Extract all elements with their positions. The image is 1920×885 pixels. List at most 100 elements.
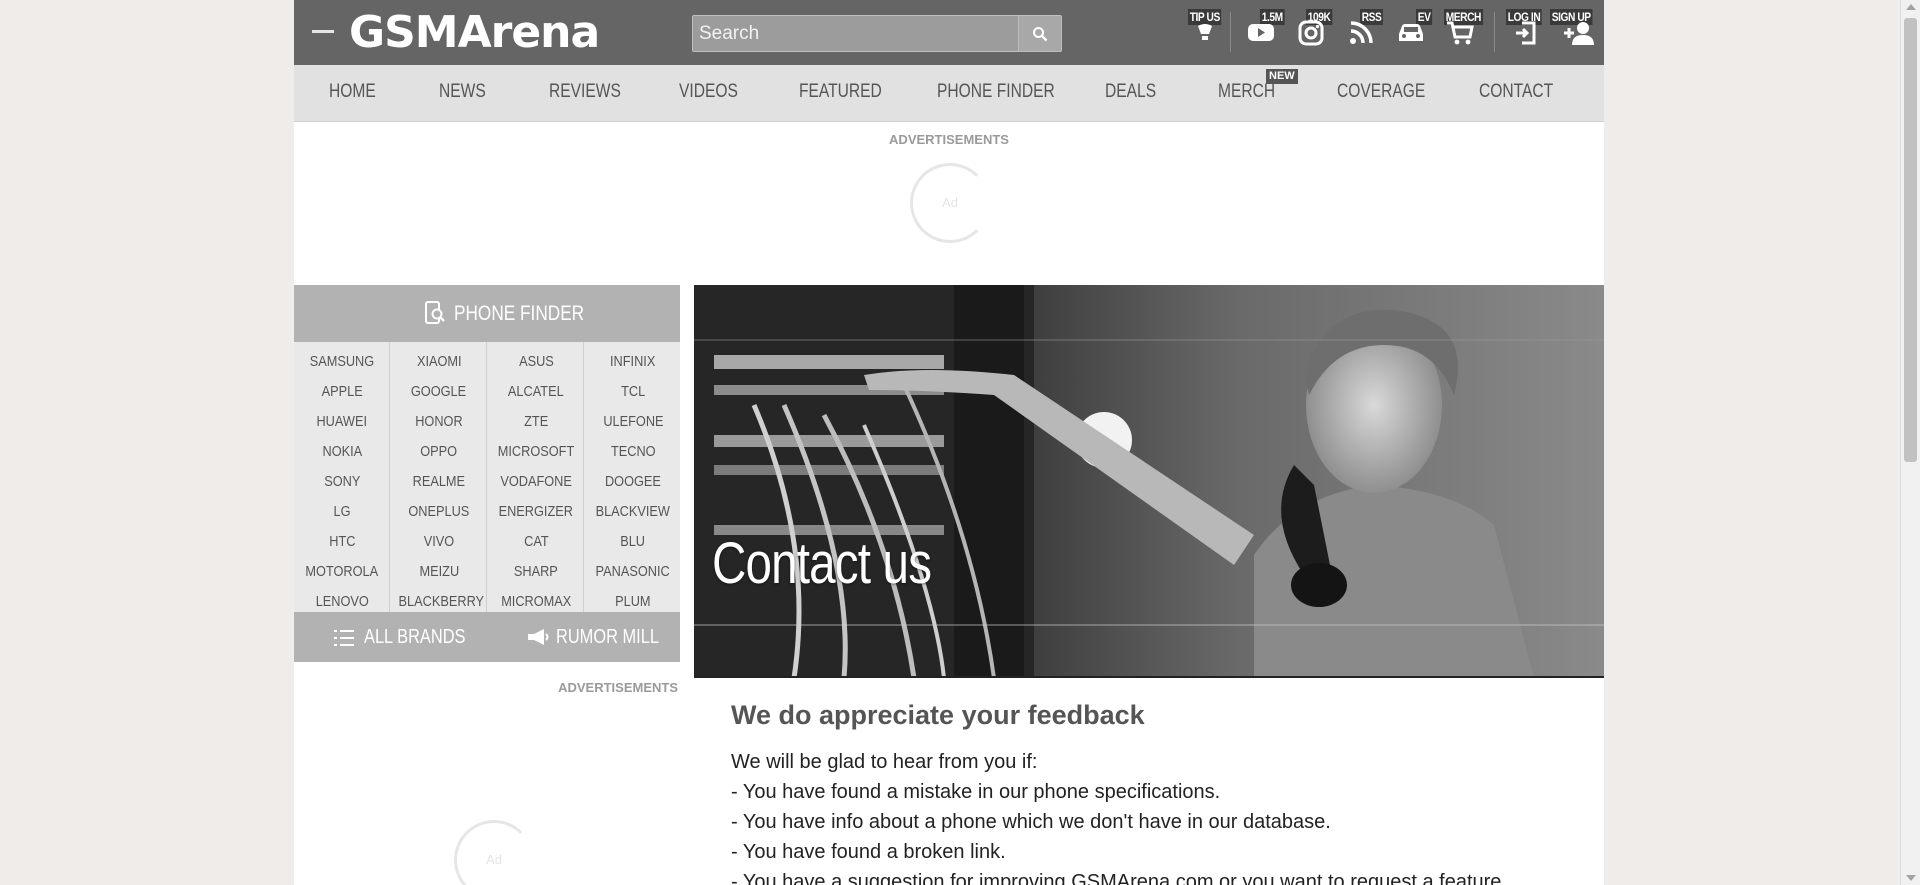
- brand-link[interactable]: HONOR: [391, 413, 487, 430]
- feedback-line: We will be glad to hear from you if:: [731, 751, 1038, 773]
- add-user-icon: [1564, 22, 1594, 45]
- all-brands-link[interactable]: ALL BRANDS: [364, 612, 465, 662]
- brand-link[interactable]: HUAWEI: [294, 413, 390, 430]
- brand-link[interactable]: XIAOMI: [391, 353, 487, 370]
- brand-link[interactable]: APPLE: [294, 383, 390, 400]
- lightbulb-icon: [1198, 24, 1212, 40]
- brand-link[interactable]: HTC: [294, 533, 390, 550]
- brand-link[interactable]: TECNO: [585, 443, 681, 460]
- brand-link[interactable]: ASUS: [488, 353, 584, 370]
- rss-link[interactable]: RSS: [1340, 0, 1384, 65]
- brand-link[interactable]: BLACKBERRY: [391, 593, 487, 610]
- ad-label-top: ADVERTISEMENTS: [889, 132, 1009, 147]
- brand-link[interactable]: SAMSUNG: [294, 353, 390, 370]
- brand-link[interactable]: REALME: [391, 473, 487, 490]
- brand-link[interactable]: GOOGLE: [391, 383, 487, 400]
- search-icon: [1033, 26, 1048, 41]
- new-badge: NEW: [1266, 69, 1298, 84]
- brand-link[interactable]: TCL: [585, 383, 681, 400]
- nav-coverage[interactable]: COVERAGE: [1337, 65, 1425, 122]
- brand-link[interactable]: VODAFONE: [488, 473, 584, 490]
- brand-link[interactable]: OPPO: [391, 443, 487, 460]
- search-button[interactable]: [1018, 16, 1061, 51]
- menu-toggle-icon[interactable]: [312, 30, 334, 33]
- tip-us-link[interactable]: TIP US: [1186, 0, 1226, 65]
- brand-column: XIAOMI GOOGLE HONOR OPPO REALME ONEPLUS …: [391, 342, 487, 612]
- brand-column: SAMSUNG APPLE HUAWEI NOKIA SONY LG HTC M…: [294, 342, 390, 612]
- brand-link[interactable]: ULEFONE: [585, 413, 681, 430]
- brand-list: SAMSUNG APPLE HUAWEI NOKIA SONY LG HTC M…: [294, 342, 680, 612]
- brand-link[interactable]: ENERGIZER: [488, 503, 584, 520]
- page: GSMArena TIP US 1.5M 109K RSS: [294, 0, 1604, 885]
- ad-placeholder-text: Ad: [942, 195, 958, 210]
- main-nav: HOME NEWS REVIEWS VIDEOS FEATURED PHONE …: [294, 65, 1604, 122]
- brand-link[interactable]: ONEPLUS: [391, 503, 487, 520]
- contact-hero-image: Contact us: [694, 285, 1604, 678]
- page-title: Contact us: [712, 531, 932, 596]
- cart-icon: [1447, 21, 1474, 45]
- ev-link[interactable]: EV: [1390, 0, 1434, 65]
- ad-loading-spinner: Ad: [910, 163, 990, 243]
- nav-reviews[interactable]: REVIEWS: [549, 65, 621, 122]
- phone-finder-title: PHONE FINDER: [454, 302, 585, 325]
- brand-link[interactable]: MOTOROLA: [294, 563, 390, 580]
- brand-link[interactable]: PANASONIC: [585, 563, 681, 580]
- brand-link[interactable]: LENOVO: [294, 593, 390, 610]
- nav-phone-finder[interactable]: PHONE FINDER: [937, 65, 1055, 122]
- brand-link[interactable]: MEIZU: [391, 563, 487, 580]
- scrollbar-thumb[interactable]: [1904, 18, 1917, 462]
- brand-link[interactable]: DOOGEE: [585, 473, 681, 490]
- brand-link[interactable]: CAT: [488, 533, 584, 550]
- nav-news[interactable]: NEWS: [439, 65, 486, 122]
- feedback-line: - You have found a broken link.: [731, 841, 1006, 863]
- brand-link[interactable]: ZTE: [488, 413, 584, 430]
- instagram-icon: [1298, 20, 1324, 46]
- sidebar-footer: ALL BRANDS RUMOR MILL: [294, 612, 680, 662]
- instagram-link[interactable]: 109K: [1290, 0, 1334, 65]
- nav-deals[interactable]: DEALS: [1105, 65, 1156, 122]
- ad-placeholder-text: Ad: [486, 852, 502, 867]
- car-icon: [1399, 24, 1423, 41]
- list-icon: [334, 630, 354, 646]
- login-icon: [1516, 21, 1536, 45]
- nav-home[interactable]: HOME: [329, 65, 376, 122]
- nav-videos[interactable]: VIDEOS: [679, 65, 738, 122]
- search-input[interactable]: [693, 16, 1055, 51]
- brand-link[interactable]: BLACKVIEW: [585, 503, 681, 520]
- top-header: GSMArena TIP US 1.5M 109K RSS: [294, 0, 1604, 65]
- brand-link[interactable]: ALCATEL: [488, 383, 584, 400]
- brand-column: ASUS ALCATEL ZTE MICROSOFT VODAFONE ENER…: [488, 342, 584, 612]
- switchboard-operator-photo: [694, 285, 1604, 678]
- header-divider: [1494, 12, 1495, 52]
- signup-link[interactable]: SIGN UP: [1548, 0, 1602, 65]
- brand-link[interactable]: SHARP: [488, 563, 584, 580]
- login-link[interactable]: LOG IN: [1502, 0, 1546, 65]
- brand-link[interactable]: MICROSOFT: [488, 443, 584, 460]
- merch-link[interactable]: MERCH: [1440, 0, 1488, 65]
- brand-link[interactable]: VIVO: [391, 533, 487, 550]
- youtube-icon: [1248, 24, 1274, 41]
- brand-link[interactable]: INFINIX: [585, 353, 681, 370]
- scroll-up-icon[interactable]: [1906, 4, 1916, 10]
- brand-column: INFINIX TCL ULEFONE TECNO DOOGEE BLACKVI…: [585, 342, 681, 612]
- site-logo[interactable]: GSMArena: [349, 8, 600, 58]
- ad-loading-spinner: Ad: [454, 820, 534, 885]
- search-box: [692, 15, 1062, 52]
- youtube-link[interactable]: 1.5M: [1242, 0, 1286, 65]
- page-scrollbar[interactable]: [1900, 0, 1920, 885]
- rumor-mill-link[interactable]: RUMOR MILL: [556, 612, 659, 662]
- nav-featured[interactable]: FEATURED: [799, 65, 882, 122]
- brand-link[interactable]: MICROMAX: [488, 593, 584, 610]
- brand-link[interactable]: LG: [294, 503, 390, 520]
- brand-link[interactable]: BLU: [585, 533, 681, 550]
- feedback-line: - You have a suggestion for improving GS…: [731, 871, 1507, 885]
- brand-link[interactable]: SONY: [294, 473, 390, 490]
- phone-search-icon: [425, 301, 445, 324]
- brand-link[interactable]: PLUM: [585, 593, 681, 610]
- scroll-down-icon[interactable]: [1906, 875, 1916, 881]
- brand-link[interactable]: NOKIA: [294, 443, 390, 460]
- phone-finder-header[interactable]: PHONE FINDER: [294, 285, 680, 342]
- rss-icon: [1350, 21, 1373, 44]
- nav-contact[interactable]: CONTACT: [1479, 65, 1553, 122]
- megaphone-icon: [528, 629, 549, 645]
